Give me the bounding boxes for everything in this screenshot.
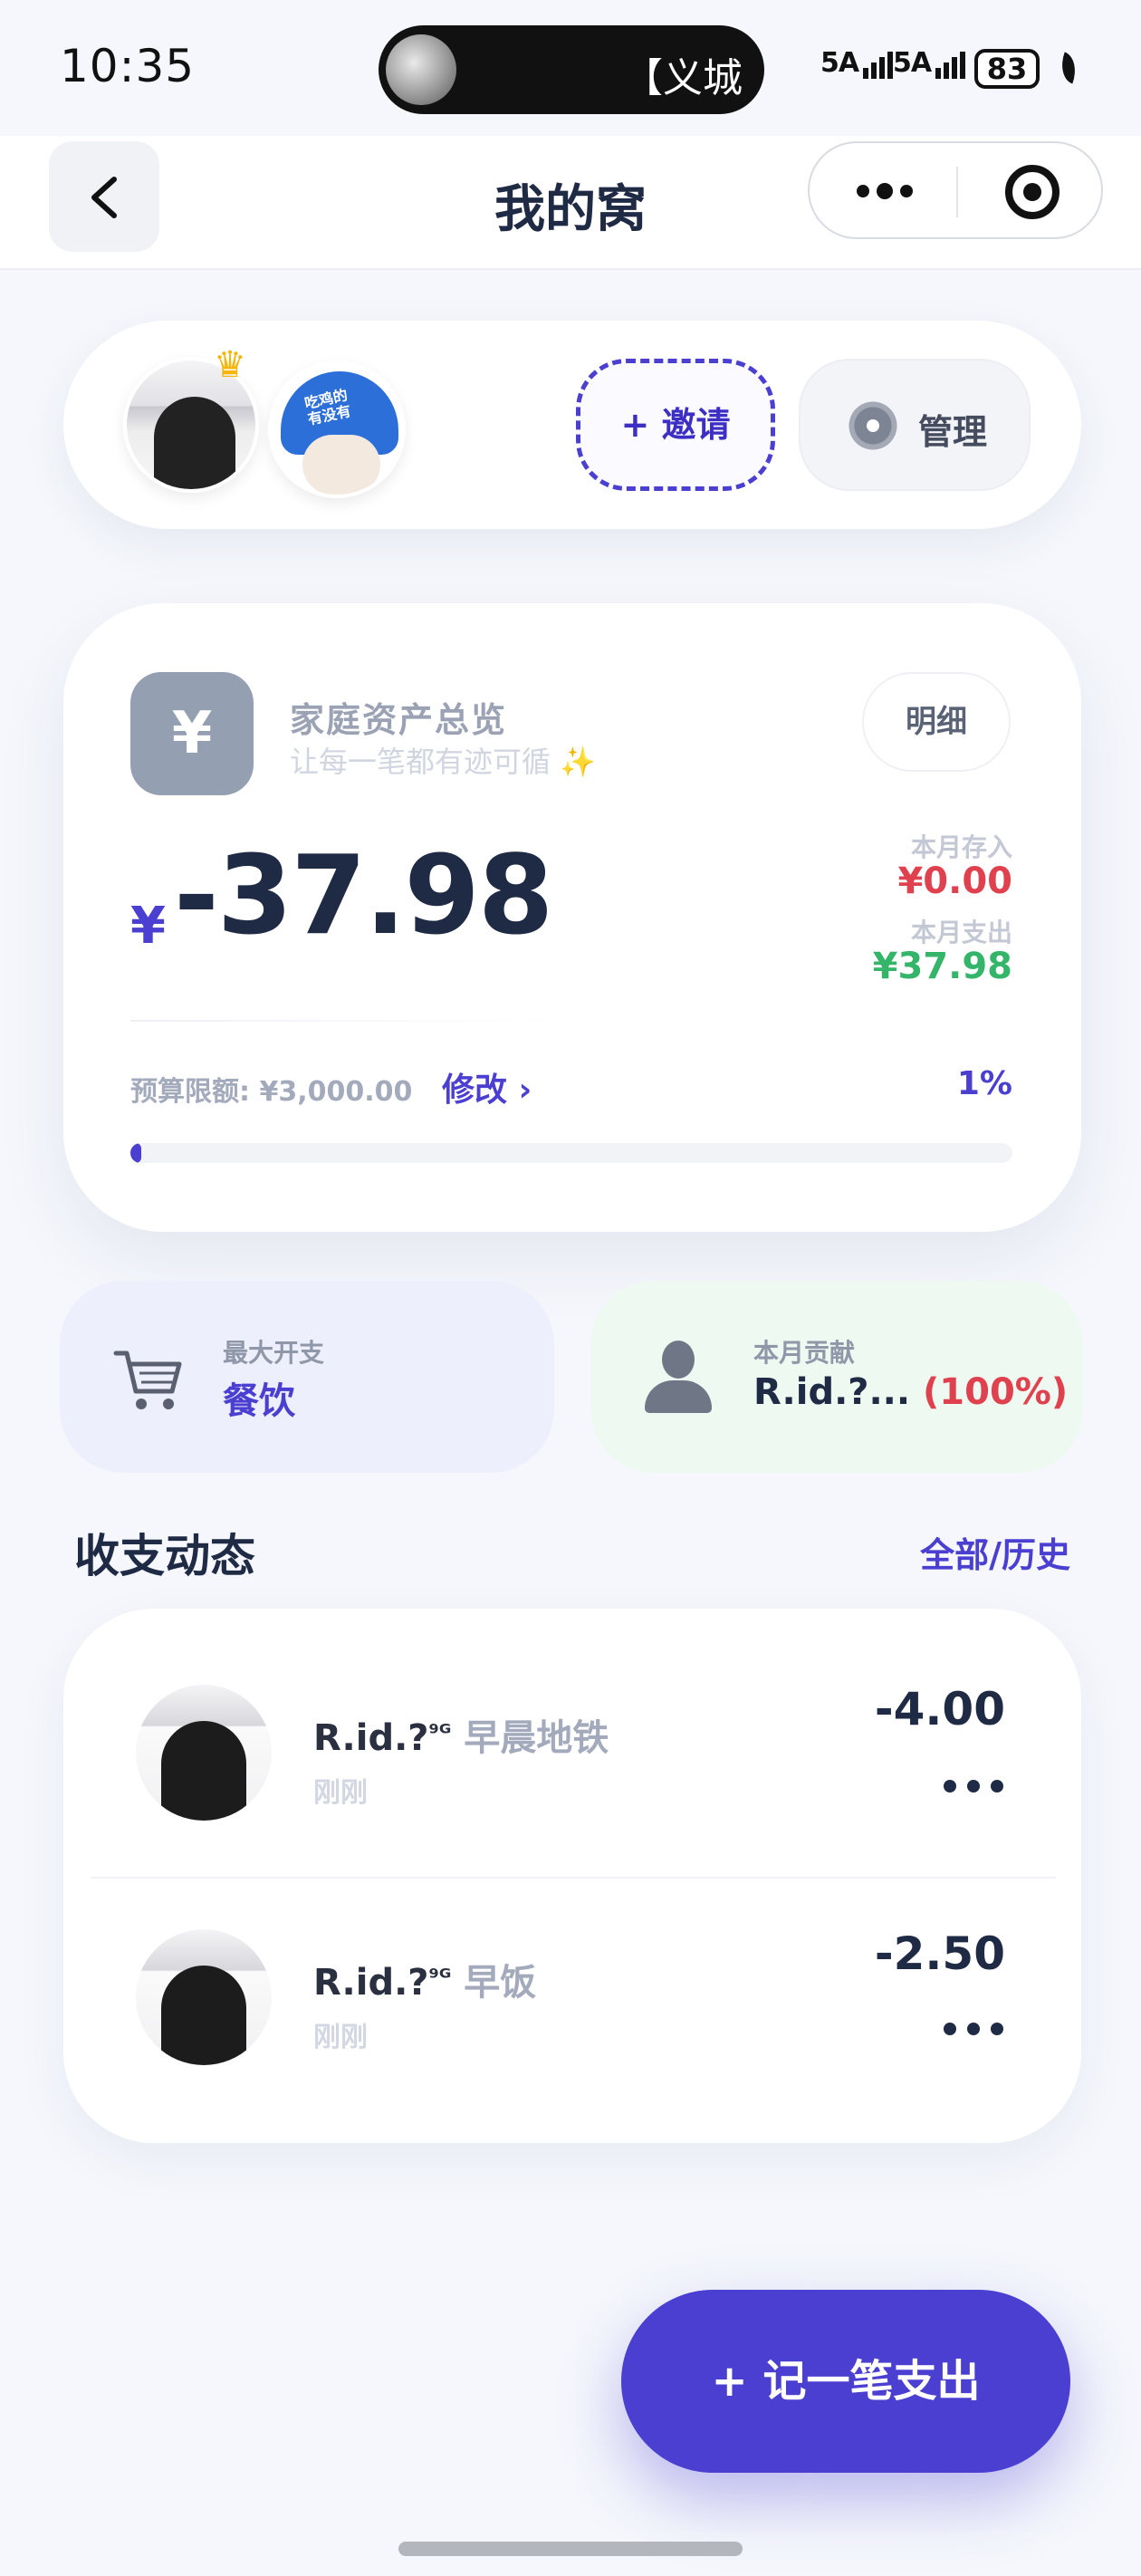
leaf-icon bbox=[1055, 52, 1082, 84]
all-history-link[interactable]: 全部/历史 bbox=[920, 1527, 1070, 1577]
more-icon[interactable] bbox=[857, 183, 920, 201]
capsule-divider bbox=[956, 167, 958, 217]
manage-button[interactable]: 管理 bbox=[799, 359, 1031, 491]
now-playing-thumbnail bbox=[386, 34, 456, 105]
budget-label: 预算限额: ¥3,000.00 bbox=[130, 1076, 413, 1108]
home-indicator[interactable] bbox=[398, 2542, 743, 2556]
transaction-note: 早饭 bbox=[464, 1962, 537, 2004]
budget-percent: 1% bbox=[956, 1065, 1012, 1102]
yen-icon: ¥ bbox=[130, 672, 254, 795]
transaction-avatar bbox=[136, 1685, 272, 1821]
transaction-note: 早晨地铁 bbox=[464, 1717, 609, 1759]
activity-title: 收支动态 bbox=[74, 1530, 255, 1582]
transaction-amount: -2.50 bbox=[874, 1927, 1005, 1980]
detail-button[interactable]: 明细 bbox=[862, 672, 1011, 772]
contribution-label: 本月贡献 bbox=[753, 1338, 856, 1368]
balance-amount: -37.98 bbox=[174, 833, 553, 959]
contribution-name: R.id.?... bbox=[753, 1371, 911, 1413]
gear-icon bbox=[846, 399, 900, 453]
mini-program-capsule bbox=[808, 141, 1103, 239]
income-label: 本月存入 bbox=[910, 832, 1012, 862]
transaction-user: R.id.?⁹ᴳ 早饭 bbox=[313, 1962, 537, 2004]
contribution-value: R.id.?... (100%) bbox=[753, 1371, 1068, 1413]
close-miniprogram-icon[interactable] bbox=[1005, 165, 1060, 219]
crown-icon: ♛ bbox=[214, 344, 246, 386]
transaction-more-icon[interactable] bbox=[933, 2022, 1003, 2039]
transaction-time: 刚刚 bbox=[313, 1777, 368, 1809]
person-icon bbox=[645, 1341, 712, 1413]
transaction-more-icon[interactable] bbox=[933, 1779, 1003, 1796]
balance-currency: ¥ bbox=[130, 897, 166, 956]
edit-budget-link[interactable]: 修改 › bbox=[442, 1063, 532, 1110]
expense-value: ¥37.98 bbox=[872, 946, 1012, 987]
avatar-member[interactable]: 吃鸡的 有没有 bbox=[268, 360, 406, 498]
income-value: ¥0.00 bbox=[897, 860, 1012, 902]
overview-subtitle: 让每一笔都有迹可循 ✨ bbox=[290, 745, 597, 779]
cellular-signal-2: 5A bbox=[893, 47, 966, 79]
budget-progress-bar bbox=[130, 1143, 1012, 1163]
cart-icon bbox=[112, 1344, 185, 1420]
max-expense-value: 餐饮 bbox=[223, 1380, 295, 1422]
expense-label: 本月支出 bbox=[910, 918, 1012, 947]
contribution-percent: (100%) bbox=[923, 1371, 1069, 1413]
dynamic-island[interactable]: 【义城 bbox=[379, 25, 764, 114]
cellular-signal-1: 5A bbox=[820, 47, 894, 79]
divider bbox=[130, 1020, 565, 1022]
add-expense-button[interactable]: + 记一笔支出 bbox=[621, 2290, 1070, 2473]
transaction-amount: -4.00 bbox=[874, 1683, 1005, 1735]
status-time: 10:35 bbox=[60, 40, 196, 92]
battery-indicator: 83 bbox=[974, 49, 1040, 89]
invite-button[interactable]: + 邀请 bbox=[576, 359, 775, 491]
island-text: 【义城 bbox=[623, 55, 743, 101]
transaction-time: 刚刚 bbox=[313, 2022, 368, 2053]
manage-label: 管理 bbox=[918, 412, 988, 452]
transaction-divider bbox=[91, 1877, 1056, 1879]
budget-progress-fill bbox=[130, 1143, 141, 1163]
overview-title: 家庭资产总览 bbox=[290, 700, 508, 740]
max-expense-label: 最大开支 bbox=[223, 1338, 325, 1368]
transaction-user: R.id.?⁹ᴳ 早晨地铁 bbox=[313, 1717, 609, 1759]
transaction-avatar bbox=[136, 1929, 272, 2065]
